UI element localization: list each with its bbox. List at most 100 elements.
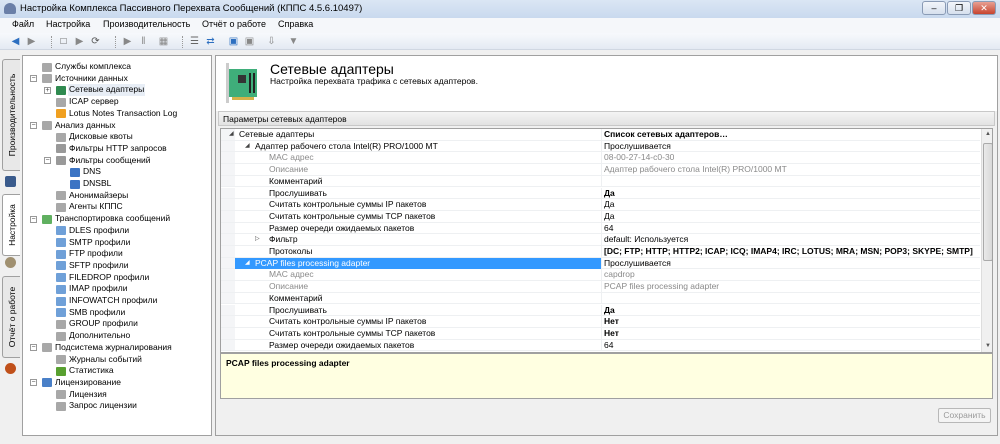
menu-help[interactable]: Справка bbox=[273, 19, 318, 29]
tree-item[interactable]: SMB профили bbox=[23, 307, 211, 319]
expander-icon[interactable]: ▷ bbox=[255, 234, 260, 245]
close-button[interactable]: ✕ bbox=[972, 1, 996, 15]
tree-item[interactable]: Службы комплекса bbox=[23, 61, 211, 73]
restart-icon[interactable]: ⟳ bbox=[90, 36, 101, 47]
property-value[interactable]: Да bbox=[601, 199, 980, 210]
property-row[interactable]: MAC адрес capdrop bbox=[221, 269, 980, 282]
tree-item[interactable]: Статистика bbox=[23, 365, 211, 377]
expander-icon[interactable]: − bbox=[30, 75, 37, 83]
scroll-down-icon[interactable]: ▼ bbox=[985, 343, 991, 349]
refresh-dropdown-icon[interactable]: ⇄ bbox=[205, 36, 216, 47]
tree-item[interactable]: INFOWATCH профили bbox=[23, 295, 211, 307]
property-row[interactable]: Комментарий bbox=[221, 175, 980, 188]
property-value[interactable]: Да bbox=[601, 210, 980, 222]
tree-item[interactable]: FTP профили bbox=[23, 248, 211, 260]
property-value[interactable]: Прослушивается bbox=[601, 140, 980, 152]
tree-item[interactable]: Дополнительно bbox=[23, 330, 211, 342]
tree-item[interactable]: Журналы событий bbox=[23, 354, 211, 366]
property-value[interactable]: capdrop bbox=[601, 269, 980, 281]
property-row[interactable]: Считать контрольные суммы IP пакетов Нет bbox=[221, 316, 980, 328]
grid-icon[interactable]: ▦ bbox=[158, 36, 169, 47]
tree-item[interactable]: − Анализ данных bbox=[23, 120, 211, 132]
property-value[interactable]: Нет bbox=[601, 327, 980, 339]
tree-item[interactable]: Запрос лицензии bbox=[23, 400, 211, 412]
back-icon[interactable]: ◀ bbox=[10, 36, 21, 47]
tree-item[interactable]: DLES профили bbox=[23, 225, 211, 237]
pause-icon[interactable]: ‖ bbox=[138, 36, 149, 47]
scroll-thumb[interactable] bbox=[983, 143, 992, 261]
scroll-up-icon[interactable]: ▲ bbox=[985, 131, 991, 137]
property-value[interactable]: 64 bbox=[601, 339, 980, 351]
tree-item[interactable]: Лицензия bbox=[23, 389, 211, 401]
tree-item[interactable]: DNS bbox=[23, 166, 211, 178]
tree-item[interactable]: Дисковые квоты bbox=[23, 131, 211, 143]
property-row[interactable]: Размер очереди ожидаемых пакетов 64 bbox=[221, 222, 980, 235]
expander-icon[interactable]: ◢ bbox=[229, 129, 234, 140]
tree-item[interactable]: − Подсистема журналирования bbox=[23, 342, 211, 354]
property-row[interactable]: ◢ Сетевые адаптеры Список сетевых адаптеро… bbox=[221, 129, 980, 141]
property-row[interactable]: Считать контрольные суммы TCP пакетов Да bbox=[221, 210, 980, 223]
property-row[interactable]: MAC адрес 08-00-27-14-c0-30 bbox=[221, 152, 980, 165]
play-icon[interactable]: ▶ bbox=[74, 36, 85, 47]
document-icon[interactable]: ☰ bbox=[189, 36, 200, 47]
property-row[interactable]: Протоколы [DC; FTP; HTTP; HTTP2; ICAP; IC… bbox=[221, 246, 980, 258]
property-row[interactable]: ▷ Фильтр default: Используется bbox=[221, 234, 980, 246]
filter-icon[interactable]: ▼ bbox=[288, 36, 299, 47]
tab-performance[interactable]: Производительность bbox=[2, 59, 20, 171]
expander-icon[interactable]: ◢ bbox=[245, 258, 250, 269]
forward-icon[interactable]: ▶ bbox=[26, 36, 37, 47]
property-row[interactable]: Размер очереди ожидаемых пакетов 64 bbox=[221, 339, 980, 352]
property-value[interactable]: [DC; FTP; HTTP; HTTP2; ICAP; ICQ; IMAP4;… bbox=[601, 246, 980, 257]
save-button[interactable]: Сохранить bbox=[938, 408, 991, 423]
property-row[interactable]: Прослушивать Да bbox=[221, 304, 980, 317]
save-disabled-icon[interactable]: ▣ bbox=[244, 36, 255, 47]
property-value[interactable]: Прослушивается bbox=[601, 257, 980, 269]
property-row[interactable]: ◢ PCAP files processing adapter Прослушива… bbox=[221, 257, 980, 270]
tree-item[interactable]: DNSBL bbox=[23, 178, 211, 190]
expander-icon[interactable]: − bbox=[44, 157, 51, 165]
property-value[interactable]: Да bbox=[601, 304, 980, 316]
tree-item[interactable]: GROUP профили bbox=[23, 318, 211, 330]
tree-item[interactable]: − Источники данных bbox=[23, 73, 211, 85]
save-icon[interactable]: ▣ bbox=[228, 36, 239, 47]
tab-settings[interactable]: Настройка bbox=[2, 194, 20, 256]
property-row[interactable]: Прослушивать Да bbox=[221, 187, 980, 200]
expander-icon[interactable]: − bbox=[30, 122, 37, 129]
stop-icon[interactable]: □ bbox=[58, 36, 69, 47]
expander-icon[interactable]: − bbox=[30, 215, 37, 223]
menu-file[interactable]: Файл bbox=[7, 19, 39, 29]
menu-report[interactable]: Отчёт о работе bbox=[197, 19, 271, 29]
property-row[interactable]: Комментарий bbox=[221, 292, 980, 305]
minimize-button[interactable]: – bbox=[922, 1, 946, 15]
property-row[interactable]: Описание Адаптер рабочего стола Intel(R) … bbox=[221, 164, 980, 176]
property-value[interactable]: PCAP files processing adapter bbox=[601, 281, 980, 292]
menu-settings[interactable]: Настройка bbox=[41, 19, 95, 29]
tab-report[interactable]: Отчёт о работе bbox=[2, 276, 20, 358]
tree-item[interactable]: IMAP профили bbox=[23, 283, 211, 295]
import-icon[interactable]: ⇩ bbox=[266, 36, 277, 47]
property-row[interactable]: Считать контрольные суммы TCP пакетов Нет bbox=[221, 327, 980, 340]
property-value[interactable]: Адаптер рабочего стола Intel(R) PRO/1000… bbox=[601, 164, 980, 175]
property-row[interactable]: ◢ Адаптер рабочего стола Intel(R) PRO/100… bbox=[221, 140, 980, 153]
expander-icon[interactable]: + bbox=[44, 86, 51, 94]
tree-item[interactable]: SFTP профили bbox=[23, 260, 211, 272]
property-row[interactable]: Описание PCAP files processing adapter bbox=[221, 281, 980, 293]
tree-item[interactable]: + Сетевые адаптеры bbox=[23, 84, 211, 97]
property-row[interactable]: Считать контрольные суммы IP пакетов Да bbox=[221, 199, 980, 211]
expander-icon[interactable]: − bbox=[30, 344, 37, 352]
property-value[interactable]: Да bbox=[601, 187, 980, 199]
tree-item[interactable]: Lotus Notes Transaction Log bbox=[23, 108, 211, 120]
tree-item[interactable]: FILEDROP профили bbox=[23, 272, 211, 284]
property-value[interactable]: default: Используется bbox=[601, 234, 980, 245]
tree-item[interactable]: Анонимайзеры bbox=[23, 190, 211, 202]
tree-item[interactable]: − Фильтры сообщений bbox=[23, 155, 211, 167]
tree-item[interactable]: Фильтры HTTP запросов bbox=[23, 143, 211, 155]
tree-item[interactable]: ICAP сервер bbox=[23, 96, 211, 108]
tree-item[interactable]: − Лицензирование bbox=[23, 377, 211, 389]
menu-performance[interactable]: Производительность bbox=[98, 19, 195, 29]
property-value[interactable] bbox=[601, 292, 980, 304]
property-value[interactable] bbox=[601, 175, 980, 187]
tree-item[interactable]: SMTP профили bbox=[23, 237, 211, 249]
property-value[interactable]: Список сетевых адаптеров… bbox=[601, 129, 980, 140]
tree-item[interactable]: Агенты КППС bbox=[23, 201, 211, 213]
